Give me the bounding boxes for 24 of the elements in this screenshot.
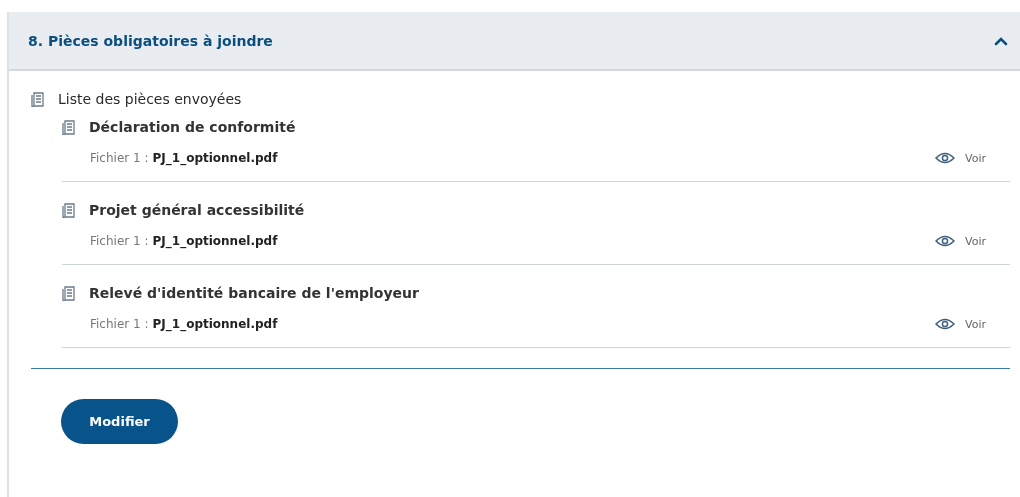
- file-name: PJ_1_optionnel.pdf: [152, 234, 279, 248]
- document-icon: [62, 285, 76, 301]
- document-title: Relevé d'identité bancaire de l'employeur: [89, 285, 419, 301]
- chevron-icon[interactable]: [994, 35, 1008, 46]
- section-header[interactable]: 8. Pièces obligatoires à joindre: [9, 12, 1020, 71]
- file-name: PJ_1_optionnel.pdf: [152, 151, 279, 165]
- document-icon: [31, 91, 45, 107]
- view-link[interactable]: Voir: [965, 317, 986, 331]
- file-name: PJ_1_optionnel.pdf: [152, 317, 279, 331]
- document-icon: [62, 202, 76, 218]
- file-label: Fichier 1 :: [90, 317, 149, 331]
- file-label: Fichier 1 :: [90, 234, 149, 248]
- document-title: Déclaration de conformité: [89, 119, 296, 135]
- eye-icon[interactable]: [935, 318, 955, 330]
- list-title: Liste des pièces envoyées: [58, 91, 242, 107]
- section-title: 8. Pièces obligatoires à joindre: [28, 32, 273, 49]
- document-title: Projet général accessibilité: [89, 202, 305, 218]
- eye-icon[interactable]: [935, 152, 955, 164]
- eye-icon[interactable]: [935, 235, 955, 247]
- view-link[interactable]: Voir: [965, 151, 986, 165]
- modify-button[interactable]: Modifier: [61, 399, 178, 444]
- view-link[interactable]: Voir: [965, 234, 986, 248]
- document-icon: [62, 119, 76, 135]
- file-label: Fichier 1 :: [90, 151, 149, 165]
